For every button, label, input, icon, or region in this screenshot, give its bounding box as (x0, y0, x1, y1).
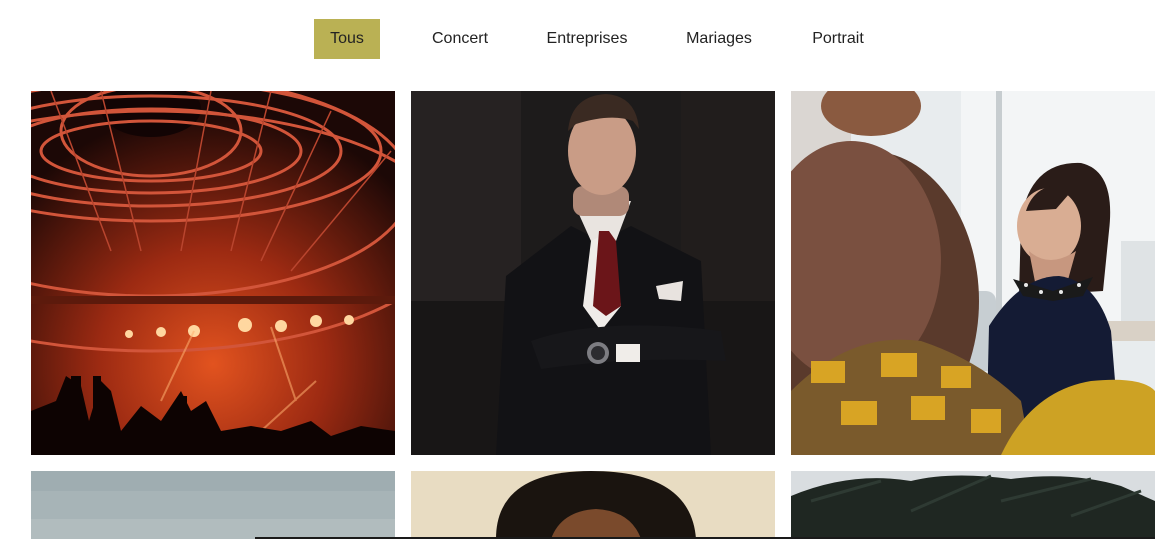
person-portrait-image (411, 471, 775, 539)
gallery-item-palm-tree[interactable] (791, 471, 1155, 539)
filter-portrait-button[interactable]: Portrait (803, 19, 873, 59)
gallery-item-businessman[interactable] (411, 91, 775, 455)
businessman-portrait-image (411, 91, 775, 455)
filter-concert-button[interactable]: Concert (423, 19, 497, 59)
concert-stage-image (31, 91, 395, 455)
palm-tree-image (791, 471, 1155, 539)
gallery-item-office-meeting[interactable] (791, 91, 1155, 455)
filter-mariages-button[interactable]: Mariages (677, 19, 761, 59)
gallery-item-person-portrait[interactable] (411, 471, 775, 539)
filter-entreprises-button[interactable]: Entreprises (538, 19, 636, 59)
office-meeting-image (791, 91, 1155, 455)
gallery-filter-bar: Tous Concert Entreprises Mariages Portra… (314, 19, 873, 59)
gallery-item-sky[interactable] (31, 471, 395, 539)
gallery-item-concert[interactable] (31, 91, 395, 455)
sky-image (31, 471, 395, 539)
filter-tous-button[interactable]: Tous (314, 19, 380, 59)
